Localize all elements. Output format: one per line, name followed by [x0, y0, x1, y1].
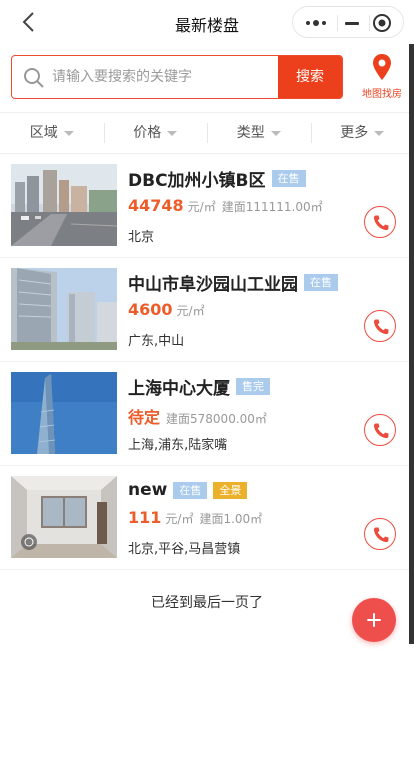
listing-location: 北京,平谷,马昌营镇 [128, 542, 241, 557]
phone-icon [373, 527, 389, 543]
scrollbar[interactable] [409, 44, 414, 644]
caret-down-icon [374, 130, 385, 136]
minimize-icon[interactable] [345, 22, 359, 25]
listing-photo-office-tower [11, 268, 117, 350]
search-input[interactable] [52, 56, 278, 98]
listing-price: 待定 [128, 408, 161, 427]
call-button[interactable] [364, 518, 396, 550]
listing-item[interactable]: 中山市阜沙园山工业园 在售 4600 元/㎡ 广东,中山 [0, 258, 414, 362]
listing-price: 111 [128, 508, 162, 527]
status-badge: 售完 [236, 377, 270, 395]
listing-title-row: DBC加州小镇B区 在售 [128, 166, 306, 191]
phone-icon [373, 423, 389, 439]
listing-list: DBC加州小镇B区 在售 44748 元/㎡ 建面111111.00㎡ 北京 中… [0, 154, 414, 570]
filter-label: 区域 [29, 125, 58, 141]
panorama-badge: 全景 [213, 481, 248, 499]
listing-price-row: 待定 建面578000.00㎡ [128, 404, 267, 428]
price-unit: 元/㎡ [165, 512, 194, 526]
mini-program-capsule [292, 6, 404, 38]
listing-item[interactable]: DBC加州小镇B区 在售 44748 元/㎡ 建面111111.00㎡ 北京 [0, 154, 414, 258]
listing-price: 44748 [128, 196, 184, 215]
map-search-button[interactable]: 地图找房 [355, 51, 409, 103]
listing-price-row: 44748 元/㎡ 建面111111.00㎡ [128, 196, 323, 215]
more-dots-icon[interactable] [305, 19, 327, 27]
search-icon [24, 68, 44, 88]
status-badge: 在售 [173, 481, 208, 499]
filter-label: 更多 [340, 125, 369, 141]
price-unit: 元/㎡ [187, 200, 216, 214]
capsule-divider [337, 15, 338, 31]
filter-type[interactable]: 类型 [207, 113, 311, 153]
listing-name: DBC加州小镇B区 [128, 170, 266, 191]
listing-area: 建面578000.00㎡ [166, 412, 267, 426]
listing-item[interactable]: new 在售 全景 111 元/㎡ 建面1.00㎡ 北京,平谷,马昌营镇 [0, 466, 414, 570]
listing-name: 上海中心大厦 [128, 378, 230, 399]
filter-price[interactable]: 价格 [103, 113, 208, 153]
call-button[interactable] [364, 206, 396, 238]
listing-location: 上海,浦东,陆家嘴 [128, 438, 228, 453]
listing-name: 中山市阜沙园山工业园 [128, 274, 298, 295]
end-of-list-text: 已经到最后一页了 [151, 595, 263, 611]
listing-price-row: 111 元/㎡ 建面1.00㎡ [128, 508, 262, 527]
filter-label: 价格 [133, 125, 162, 141]
search-button[interactable]: 搜索 [278, 56, 342, 98]
listing-photo-street-buildings [11, 164, 117, 246]
search-bar: 搜索 地图找房 [0, 48, 414, 106]
listing-title-row: new 在售 全景 [128, 478, 248, 502]
listing-title-row: 中山市阜沙园山工业园 在售 [128, 270, 338, 295]
status-badge: 在售 [271, 169, 306, 187]
caret-down-icon [167, 130, 178, 136]
caret-down-icon [270, 130, 281, 136]
listing-location: 北京 [128, 230, 155, 245]
filter-more[interactable]: 更多 [310, 113, 414, 153]
add-button[interactable] [352, 598, 396, 642]
listing-price-row: 4600 元/㎡ [128, 300, 205, 319]
listing-title-row: 上海中心大厦 售完 [128, 374, 270, 399]
call-button[interactable] [364, 310, 396, 342]
status-badge: 在售 [304, 273, 338, 291]
title-bar: 最新楼盘 [0, 0, 414, 44]
filter-region[interactable]: 区域 [0, 113, 104, 153]
search-box: 搜索 [11, 55, 343, 99]
phone-icon [373, 215, 389, 231]
listing-photo-skyscraper [11, 372, 117, 454]
filter-bar: 区域 价格 类型 更多 [0, 112, 414, 154]
capsule-divider-2 [369, 15, 370, 31]
listing-item[interactable]: 上海中心大厦 售完 待定 建面578000.00㎡ 上海,浦东,陆家嘴 [0, 362, 414, 466]
map-pin-icon [373, 54, 391, 80]
call-button[interactable] [364, 414, 396, 446]
listing-area: 建面111111.00㎡ [221, 200, 323, 214]
page: 最新楼盘 搜索 [0, 0, 414, 780]
filter-label: 类型 [236, 125, 265, 141]
listing-location: 广东,中山 [128, 334, 185, 349]
map-search-label: 地图找房 [362, 89, 402, 100]
phone-icon [373, 319, 389, 335]
caret-down-icon [63, 130, 74, 136]
listing-name: new [128, 480, 168, 500]
listing-photo-interior-room [11, 476, 117, 558]
listing-price: 4600 [128, 300, 173, 319]
listing-area: 建面1.00㎡ [199, 512, 263, 526]
close-target-icon[interactable] [373, 14, 391, 32]
price-unit: 元/㎡ [176, 304, 205, 318]
